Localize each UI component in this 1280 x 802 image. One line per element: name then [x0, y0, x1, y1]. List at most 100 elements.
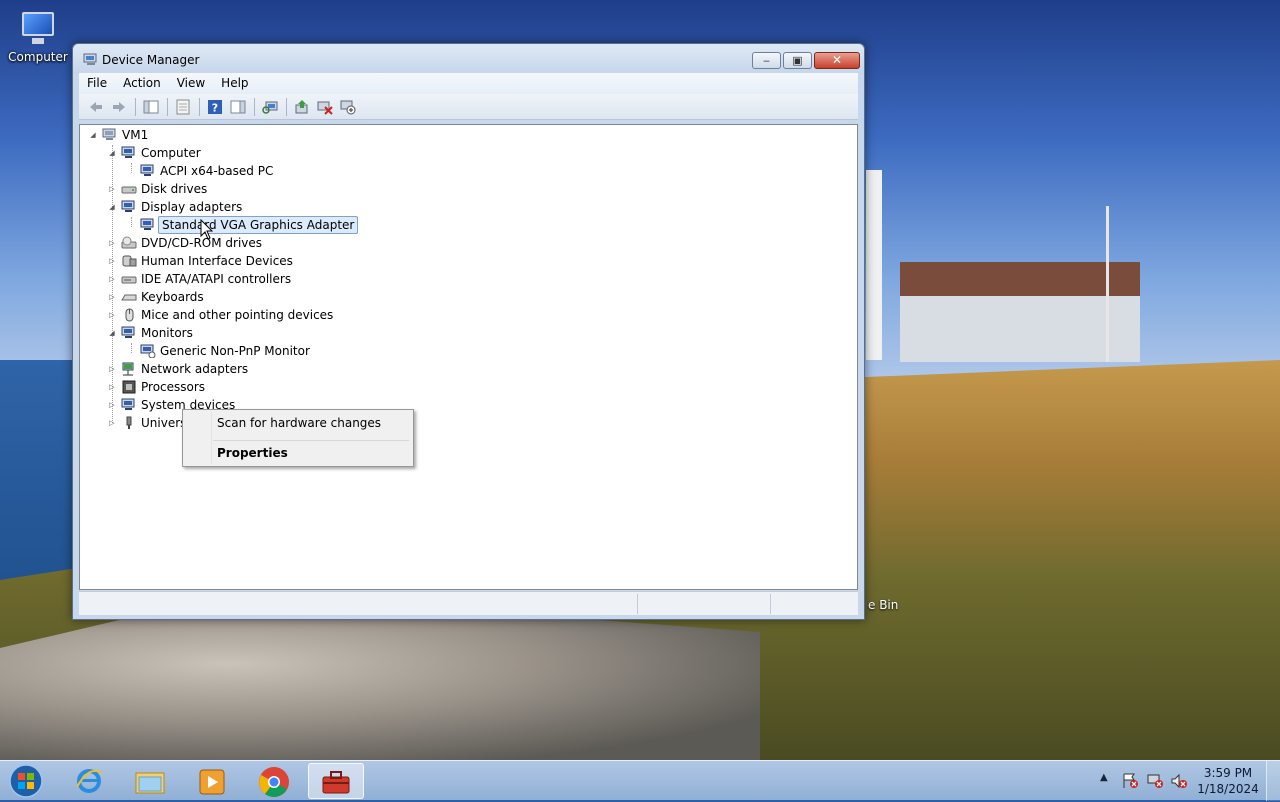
tree-item-network-adapters[interactable]: ▷ Network adapters — [80, 360, 380, 378]
device-tree-pane[interactable]: ◢ VM1 ◢ Computer ACPI x64-based PC ▷ Dis… — [79, 124, 858, 590]
tree-label: VM1 — [122, 128, 149, 142]
rocks-area — [0, 608, 760, 760]
collapse-arrow-icon[interactable]: ◢ — [107, 324, 117, 342]
device-manager-icon — [83, 53, 97, 65]
tree-label: Processors — [141, 380, 206, 394]
back-icon — [90, 101, 102, 112]
recycle-bin-label[interactable]: e Bin — [868, 598, 898, 612]
help-button[interactable]: ? — [204, 97, 226, 117]
taskbar-chrome[interactable] — [246, 763, 302, 799]
expand-arrow-icon[interactable]: ▷ — [107, 360, 117, 378]
collapse-arrow-icon[interactable]: ◢ — [107, 144, 117, 162]
device-manager-window: Device Manager ‒ ▣ ✕ File Action View He… — [72, 43, 865, 620]
menu-view[interactable]: View — [169, 73, 213, 94]
processor-icon — [122, 380, 136, 394]
monitor-device-icon — [140, 344, 156, 358]
action-pane-button[interactable] — [227, 97, 249, 117]
taskbar-media-player[interactable] — [184, 763, 240, 799]
close-icon: ✕ — [831, 53, 843, 67]
action-center-flag-icon[interactable] — [1122, 773, 1140, 789]
maximize-button[interactable]: ▣ — [783, 52, 812, 69]
help-icon: ? — [208, 99, 222, 114]
menu-help[interactable]: Help — [213, 73, 256, 94]
network-status-icon[interactable] — [1146, 773, 1164, 789]
tree-label: Human Interface Devices — [141, 254, 293, 268]
tree-item-disk-drives[interactable]: ▷ Disk drives — [80, 180, 380, 198]
title-bar[interactable]: Device Manager ‒ ▣ ✕ — [73, 44, 864, 74]
taskbar-file-explorer[interactable] — [122, 763, 178, 799]
desktop-icon-label: Computer — [8, 50, 68, 64]
status-bar-divider — [770, 594, 771, 614]
expand-arrow-icon[interactable]: ▷ — [107, 396, 117, 414]
context-menu-scan-hardware[interactable]: Scan for hardware changes — [217, 416, 381, 430]
collapse-arrow-icon[interactable]: ◢ — [107, 198, 117, 216]
display-device-icon — [140, 218, 154, 230]
tree-item-hid[interactable]: ▷ Human Interface Devices — [80, 252, 380, 270]
minimize-button[interactable]: ‒ — [752, 52, 781, 69]
disable-device-button[interactable] — [337, 97, 359, 117]
expand-arrow-icon[interactable]: ▷ — [107, 288, 117, 306]
volume-muted-icon[interactable] — [1170, 773, 1188, 789]
toolbar-separator — [286, 97, 287, 116]
tree-item-acpi-pc[interactable]: ACPI x64-based PC — [80, 162, 380, 180]
tree-item-ide-ata[interactable]: ▷ IDE ATA/ATAPI controllers — [80, 270, 380, 288]
close-button[interactable]: ✕ — [814, 52, 860, 69]
taskbar-device-manager[interactable] — [308, 763, 364, 799]
network-adapter-icon — [122, 362, 134, 376]
tree-item-dvd-cdrom[interactable]: ▷ DVD/CD-ROM drives — [80, 234, 380, 252]
expand-arrow-icon[interactable]: ▷ — [107, 252, 117, 270]
menu-bar: File Action View Help — [79, 73, 858, 94]
expand-arrow-icon[interactable]: ▷ — [107, 180, 117, 198]
tree-item-keyboards[interactable]: ▷ Keyboards — [80, 288, 380, 306]
tree-label: Monitors — [141, 326, 193, 340]
tree-item-display-adapters[interactable]: ◢ Display adapters — [80, 198, 380, 216]
clock-time: 3:59 PM — [1203, 766, 1253, 780]
computer-icon — [18, 10, 58, 46]
menu-file[interactable]: File — [79, 73, 115, 94]
expand-arrow-icon[interactable]: ▷ — [107, 378, 117, 396]
collapse-arrow-icon[interactable]: ◢ — [88, 126, 98, 144]
properties-button[interactable] — [172, 97, 194, 117]
tree-root-vm1[interactable]: ◢ VM1 — [80, 126, 380, 144]
clock[interactable]: 3:59 PM 1/18/2024 — [1196, 765, 1260, 797]
taskbar-internet-explorer[interactable] — [62, 763, 118, 799]
tree-label: Display adapters — [141, 200, 243, 214]
back-button[interactable] — [85, 97, 107, 117]
lighthouse — [866, 170, 882, 360]
show-desktop-button[interactable] — [1266, 761, 1280, 801]
show-hide-console-tree-button[interactable] — [140, 97, 162, 117]
uninstall-device-button[interactable] — [314, 97, 336, 117]
tree-item-computer[interactable]: ◢ Computer — [80, 144, 380, 162]
house — [900, 262, 1140, 362]
scan-hardware-button[interactable] — [259, 97, 281, 117]
tree-item-mice[interactable]: ▷ Mice and other pointing devices — [80, 306, 380, 324]
expand-arrow-icon[interactable]: ▷ — [107, 270, 117, 288]
computer-category-icon — [121, 146, 135, 158]
disk-drive-icon — [121, 186, 137, 194]
tree-label: Generic Non-PnP Monitor — [160, 344, 310, 358]
expand-arrow-icon[interactable]: ▷ — [107, 414, 117, 432]
tree-label: Disk drives — [141, 182, 208, 196]
tree-label: IDE ATA/ATAPI controllers — [141, 272, 292, 286]
desktop-icon-computer[interactable]: Computer — [8, 10, 68, 64]
update-driver-icon — [295, 99, 308, 113]
tree-label: Univers — [141, 416, 187, 430]
context-menu-properties[interactable]: Properties — [217, 446, 288, 460]
start-button[interactable] — [6, 763, 46, 799]
toolbox-icon — [322, 771, 350, 794]
show-hidden-icons-icon[interactable]: ▲ — [1100, 772, 1108, 783]
tree-item-standard-vga[interactable]: Standard VGA Graphics Adapter — [80, 216, 410, 234]
expand-arrow-icon[interactable]: ▷ — [107, 306, 117, 324]
toolbar-separator — [254, 97, 255, 116]
toolbar-separator — [135, 97, 136, 116]
menu-action[interactable]: Action — [115, 73, 169, 94]
expand-arrow-icon[interactable]: ▷ — [107, 234, 117, 252]
tree-label: Keyboards — [141, 290, 204, 304]
update-driver-button[interactable] — [291, 97, 313, 117]
tree-item-processors[interactable]: ▷ Processors — [80, 378, 380, 396]
tree-item-monitors[interactable]: ◢ Monitors — [80, 324, 380, 342]
tree-item-generic-monitor[interactable]: Generic Non-PnP Monitor — [80, 342, 380, 360]
computer-icon — [102, 128, 116, 140]
forward-button[interactable] — [108, 97, 130, 117]
tree-label: ACPI x64-based PC — [160, 164, 274, 178]
